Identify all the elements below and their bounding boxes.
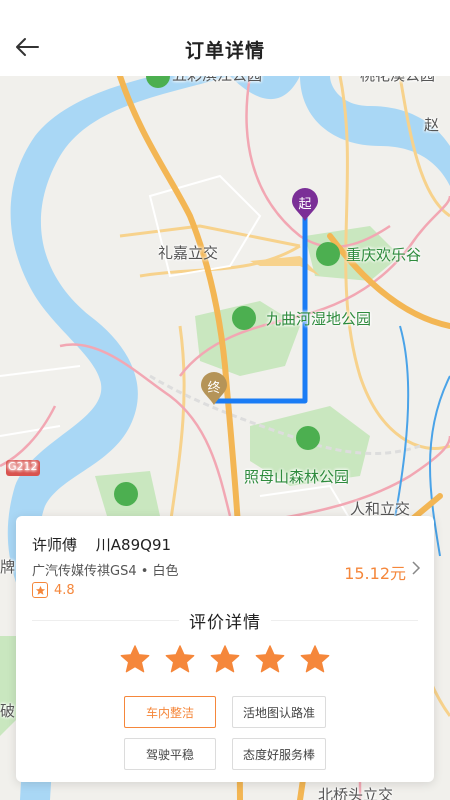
map-label-highway: G212 (8, 460, 38, 473)
page-title: 订单详情 (184, 40, 265, 62)
map-label-park: 重庆欢乐谷 (346, 246, 422, 264)
map-label-place: 牌 (0, 558, 16, 576)
star-rating[interactable] (16, 644, 434, 674)
license-plate: 川A89Q91 (95, 536, 172, 554)
end-marker-label: 终 (207, 381, 221, 396)
header-bar: 订单详情 (0, 0, 450, 76)
tag-good-service[interactable]: 态度好服务棒 (232, 738, 326, 770)
evaluation-title: 评价详情 (179, 608, 271, 633)
car-info: 广汽传媒传祺GS4 • 白色 (32, 564, 179, 579)
order-price[interactable]: 15.12元 (344, 560, 406, 584)
rating-value: 4.8 (54, 582, 75, 598)
tag-clean-car[interactable]: 车内整洁 (124, 696, 216, 728)
star-icon[interactable] (210, 644, 240, 674)
star-badge-icon (32, 582, 48, 598)
driver-name: 许师傅 (32, 536, 78, 554)
end-marker[interactable]: 终 (200, 372, 228, 406)
tag-smooth-driving[interactable]: 驾驶平稳 (124, 738, 216, 770)
map-label-interchange: 北桥头立交 (318, 786, 394, 800)
map-label-park: 桃花溪公园 (360, 76, 435, 85)
map-label-interchange: 礼嘉立交 (158, 244, 219, 262)
star-icon[interactable] (165, 644, 195, 674)
tag-route-knowledge[interactable]: 活地图认路准 (232, 696, 326, 728)
map-label-park: 五彩滨江公园 (172, 76, 262, 85)
chevron-right-icon[interactable] (410, 560, 422, 576)
start-marker[interactable]: 起 (291, 188, 319, 222)
star-icon[interactable] (300, 644, 330, 674)
star-icon[interactable] (255, 644, 285, 674)
order-detail-card: 许师傅 川A89Q91 广汽传媒传祺GS4 • 白色 4.8 15.12元 评价… (16, 516, 434, 782)
section-header: 评价详情 (16, 608, 434, 633)
map-label-park: 九曲河湿地公园 (266, 310, 372, 328)
star-icon[interactable] (120, 644, 150, 674)
driver-rating: 4.8 (32, 582, 75, 598)
map-label-place: 破 (0, 702, 16, 720)
map-label-park: 照母山森林公园 (244, 468, 350, 486)
start-marker-label: 起 (298, 197, 312, 212)
map-label-place: 赵 (424, 116, 440, 134)
driver-info: 许师傅 川A89Q91 (32, 534, 185, 555)
